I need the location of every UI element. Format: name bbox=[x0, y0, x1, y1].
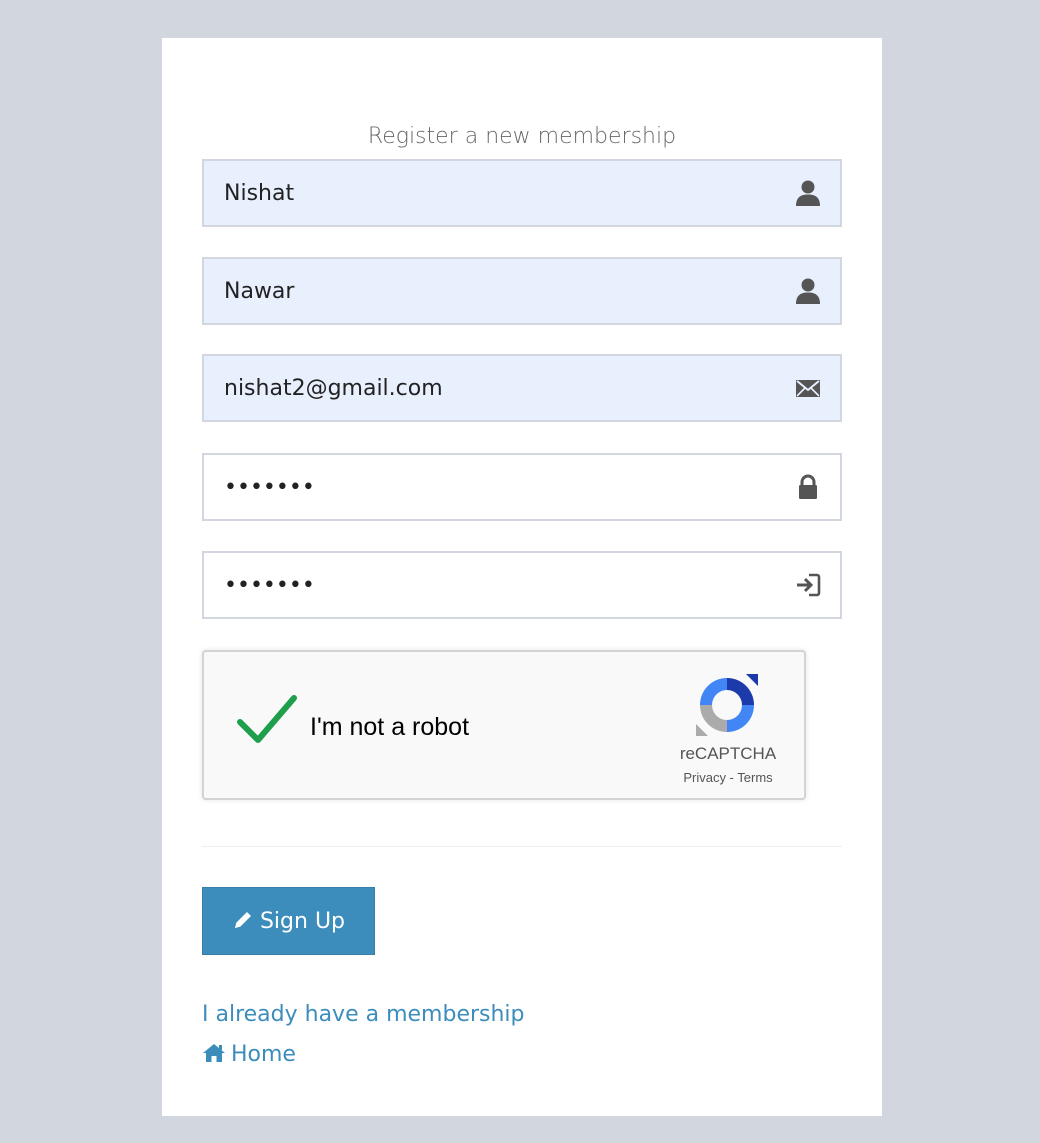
recaptcha-privacy-terms[interactable]: Privacy - Terms bbox=[658, 770, 798, 785]
home-icon bbox=[203, 1044, 225, 1062]
recaptcha-widget: I'm not a robot reCAPTCHA Privacy - Term… bbox=[202, 650, 806, 800]
confirm-password-field[interactable] bbox=[202, 551, 842, 619]
divider bbox=[202, 846, 842, 847]
email-field[interactable] bbox=[202, 354, 842, 422]
recaptcha-brand: reCAPTCHA bbox=[679, 744, 777, 763]
envelope-icon bbox=[796, 380, 820, 397]
pencil-icon bbox=[234, 911, 251, 928]
register-box: Register a new membership Nishat Nawar n… bbox=[162, 38, 882, 1116]
captcha-label: I'm not a robot bbox=[310, 713, 470, 741]
home-label: Home bbox=[231, 1042, 296, 1067]
first-name-input[interactable] bbox=[204, 161, 764, 225]
email-input[interactable] bbox=[204, 356, 764, 420]
membership-link[interactable]: I already have a membership bbox=[202, 1002, 525, 1027]
last-name-input[interactable] bbox=[204, 259, 764, 323]
confirm-password-input[interactable] bbox=[204, 553, 764, 617]
password-input[interactable] bbox=[204, 455, 764, 519]
password-field[interactable] bbox=[202, 453, 842, 521]
home-link[interactable]: Home bbox=[202, 1042, 296, 1067]
last-name-field[interactable] bbox=[202, 257, 842, 325]
recaptcha-logo-icon bbox=[696, 674, 758, 736]
sign-up-label: Sign Up bbox=[259, 908, 346, 934]
page-title: Register a new membership bbox=[367, 124, 677, 149]
user-icon bbox=[796, 180, 820, 206]
checkmark-icon[interactable] bbox=[236, 692, 298, 748]
sign-up-button[interactable]: Sign Up bbox=[202, 887, 375, 955]
lock-icon bbox=[799, 474, 817, 499]
first-name-field[interactable] bbox=[202, 159, 842, 227]
user-icon bbox=[796, 278, 820, 304]
log-in-icon bbox=[797, 573, 821, 597]
